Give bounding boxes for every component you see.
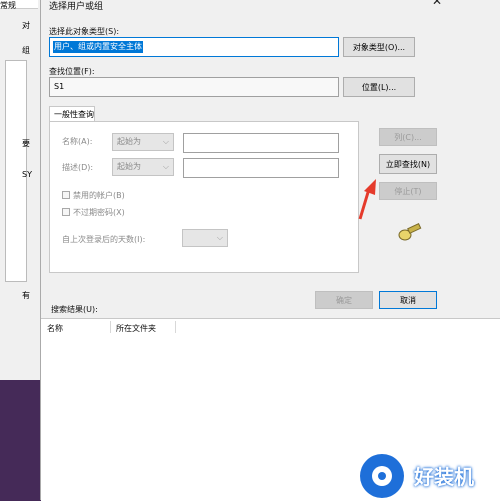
days-since-login-combo[interactable]: ⌵ [182, 229, 228, 247]
results-column-folder[interactable]: 所在文件夹 [116, 323, 156, 334]
search-flashlight-icon [398, 222, 422, 241]
days-since-login-label: 自上次登录后的天数(I): [62, 235, 146, 244]
desc-combo-value: 起始为 [117, 162, 141, 171]
no-expire-password-checkbox[interactable] [62, 208, 70, 216]
object-type-field[interactable]: 用户、组或内置安全主体 [49, 37, 339, 57]
description-input[interactable] [183, 158, 339, 178]
chevron-down-icon: ⌵ [162, 162, 169, 171]
ok-button[interactable]: 确定 [315, 291, 373, 309]
columns-button[interactable]: 列(C)... [379, 128, 437, 146]
column-divider [110, 321, 111, 333]
disabled-accounts-label: 禁用的帐户(B) [73, 191, 125, 200]
query-panel: 名称(A): 起始为 ⌵ 描述(D): 起始为 ⌵ 禁用的帐户(B) 不过期密码(X… [49, 121, 359, 273]
location-label: 查找位置(F): [49, 67, 95, 76]
disabled-accounts-checkbox[interactable] [62, 191, 70, 199]
watermark-logo: 好装机 [360, 450, 500, 500]
watermark-text: 好装机 [414, 465, 474, 489]
no-expire-password-label: 不过期密码(X) [73, 208, 125, 217]
search-results-label: 搜索结果(U): [51, 305, 98, 314]
object-type-label: 选择此对象类型(S): [49, 27, 120, 36]
dialog-title: 选择用户或组 [49, 2, 104, 12]
location-value: S1 [54, 82, 65, 91]
background-window: 常规 对 组 要 SY 有 [0, 0, 41, 380]
bg-label-1: 对 [22, 21, 30, 30]
find-now-button[interactable]: 立即查找(N) [379, 154, 437, 174]
name-input[interactable] [183, 133, 339, 153]
cancel-button[interactable]: 取消 [379, 291, 437, 309]
tab-general-query-label: 一般性查询 [54, 110, 94, 119]
column-divider [175, 321, 176, 333]
name-match-combo[interactable]: 起始为 ⌵ [112, 133, 174, 151]
location-field: S1 [49, 77, 339, 97]
bg-label-4: SY [22, 170, 32, 179]
description-label: 描述(D): [62, 163, 94, 172]
tab-general-query[interactable]: 一般性查询 [49, 106, 95, 122]
tab-general-background[interactable]: 常规 [0, 0, 38, 10]
object-types-button[interactable]: 对象类型(O)... [343, 37, 415, 57]
bg-label-5: 有 [22, 291, 30, 300]
chevron-down-icon: ⌵ [216, 233, 223, 242]
locations-button[interactable]: 位置(L)... [343, 77, 415, 97]
results-column-name[interactable]: 名称 [47, 323, 63, 334]
description-match-combo[interactable]: 起始为 ⌵ [112, 158, 174, 176]
stop-button[interactable]: 停止(T) [379, 182, 437, 200]
object-type-value: 用户、组或内置安全主体 [53, 41, 143, 53]
bg-label-3: 要 [22, 139, 30, 148]
name-label: 名称(A): [62, 137, 93, 146]
close-icon[interactable]: ✕ [430, 0, 444, 9]
bg-label-2: 组 [22, 46, 30, 55]
name-combo-value: 起始为 [117, 137, 141, 146]
red-arrow-annotation [358, 179, 376, 220]
chevron-down-icon: ⌵ [162, 137, 169, 146]
